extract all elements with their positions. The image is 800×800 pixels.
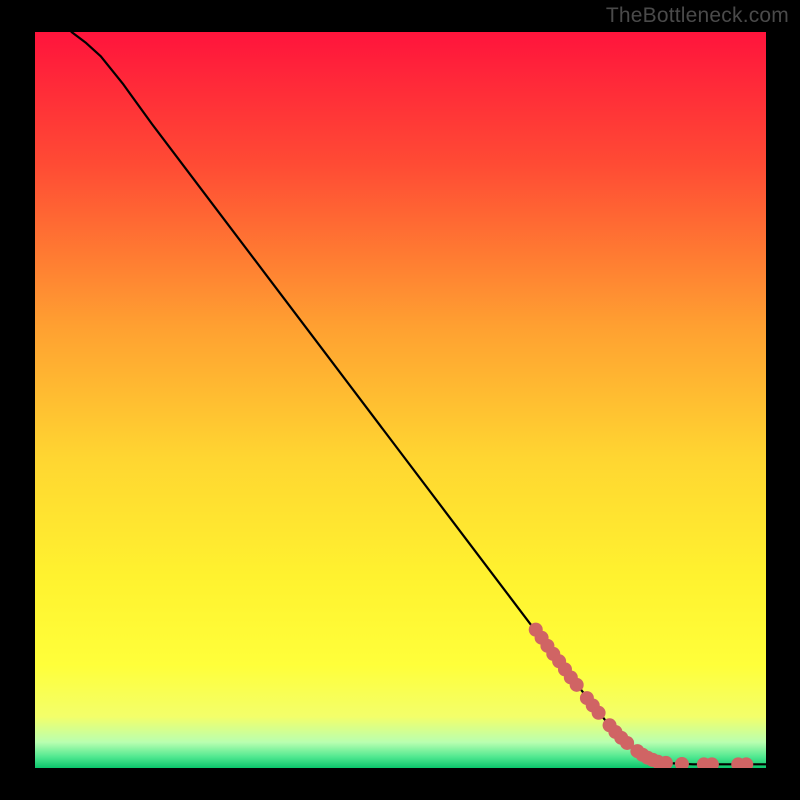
chart-frame: TheBottleneck.com — [0, 0, 800, 800]
chart-svg — [35, 32, 766, 768]
chart-marker — [592, 706, 606, 720]
chart-plot — [35, 32, 766, 768]
chart-gradient-bg — [35, 32, 766, 768]
chart-marker — [570, 678, 584, 692]
watermark-text: TheBottleneck.com — [606, 4, 789, 28]
